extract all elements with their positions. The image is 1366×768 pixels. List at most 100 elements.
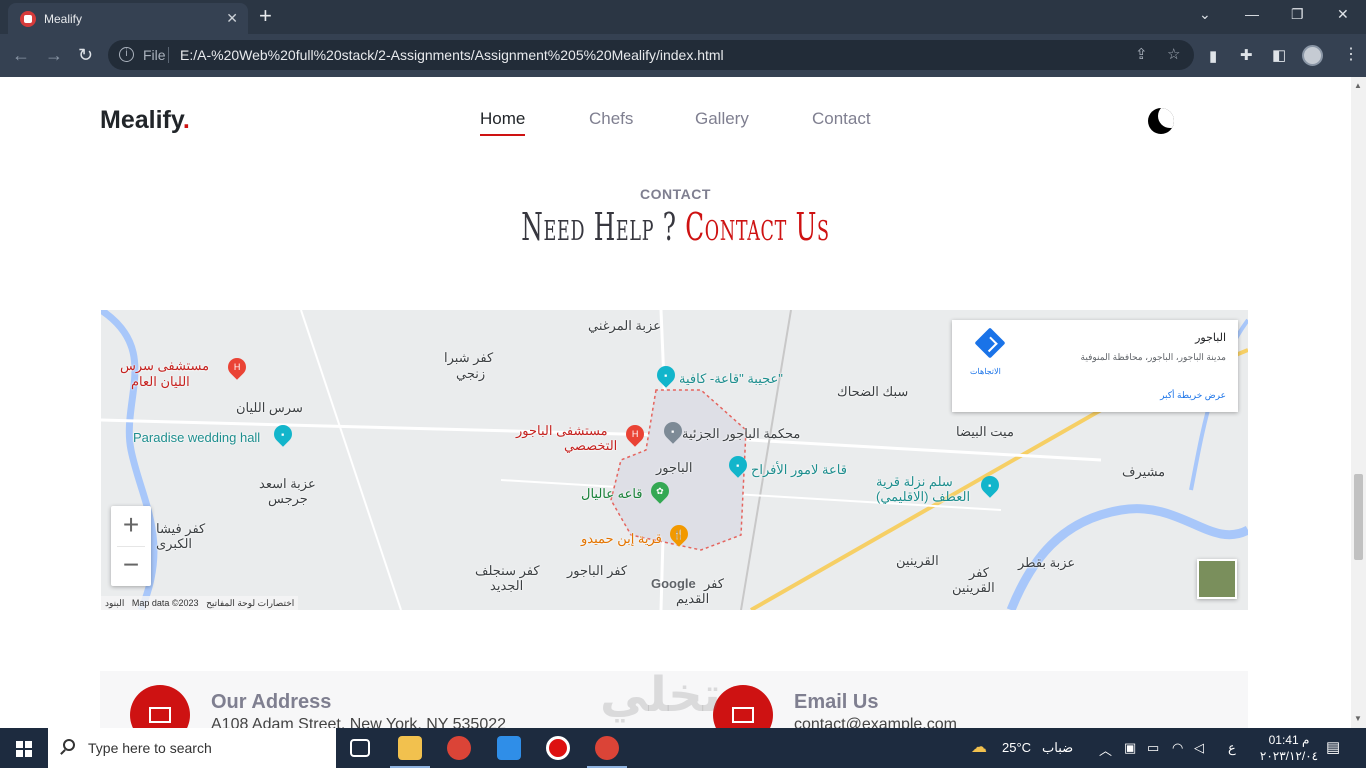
- recorder-icon[interactable]: [546, 736, 570, 760]
- weather-text[interactable]: ضباب: [1042, 740, 1073, 756]
- browser-tab[interactable]: Mealify ✕: [8, 3, 248, 34]
- back-icon[interactable]: ←: [12, 45, 30, 66]
- map-place-label: التخصصي: [564, 438, 618, 453]
- map-place-label: قرية إبن حميدو: [581, 531, 662, 546]
- map-place-label: زنجي: [456, 366, 486, 381]
- puzzle-icon[interactable]: ✚: [1240, 46, 1253, 64]
- map-place-label: الجديد: [490, 578, 524, 593]
- windows-taskbar: Type here to search ☁ 25°C ضباب ︿ ▣ ▭ ◠ …: [0, 728, 1366, 768]
- map-place-label: كفر سنجلف: [475, 563, 540, 578]
- nav-chefs[interactable]: Chefs: [589, 109, 633, 129]
- moon-icon[interactable]: [1148, 108, 1174, 134]
- chrome-icon[interactable]: [595, 736, 619, 760]
- google-logo: Google: [651, 576, 696, 591]
- zoom-controls: + −: [111, 506, 151, 586]
- tab-search-chevron-icon[interactable]: ⌄: [1199, 6, 1211, 23]
- map-place-label: الباجور: [656, 460, 693, 475]
- info-icon[interactable]: i: [119, 47, 134, 62]
- input-language[interactable]: ع: [1228, 740, 1236, 756]
- view-larger-map-link[interactable]: عرض خريطة أكبر: [1160, 390, 1226, 401]
- browser-tab-strip: Mealify ✕ + ⌄ — ❐ ✕: [0, 0, 1366, 34]
- bookmark-star-icon[interactable]: ☆: [1167, 45, 1180, 63]
- task-view-icon[interactable]: [350, 739, 370, 757]
- menu-kebab-icon[interactable]: ⋮: [1343, 44, 1359, 64]
- map-place-label: كفر: [969, 565, 989, 580]
- directions-link[interactable]: الاتجاهات: [970, 367, 1001, 376]
- zoom-in-button[interactable]: +: [111, 506, 151, 546]
- divider: [168, 47, 169, 63]
- volume-icon[interactable]: ◁: [1194, 740, 1204, 756]
- page-scrollbar[interactable]: ▲ ▼: [1351, 77, 1366, 728]
- map-place-label: قاعه عاليال: [581, 486, 643, 501]
- side-panel-icon[interactable]: ◧: [1272, 46, 1286, 64]
- address-heading: Our Address: [211, 691, 332, 713]
- address-text: A108 Adam Street, New York, NY 535022: [211, 716, 507, 728]
- file-label: File: [143, 47, 166, 63]
- browser-toolbar: ← → ↻ i File E:/A-%20Web%20full%20stack/…: [0, 34, 1366, 77]
- notification-icon[interactable]: ▤: [1326, 738, 1340, 756]
- close-tab-icon[interactable]: ✕: [226, 10, 238, 27]
- clock-date: ٢٠٢٣/١٢/٠٤: [1259, 749, 1319, 763]
- map-place-label: العطف (الاقليمي): [876, 489, 971, 504]
- extension-icon[interactable]: ▮: [1209, 47, 1217, 65]
- battery-icon[interactable]: ▭: [1147, 740, 1159, 756]
- title-part-red: Contact Us: [685, 205, 830, 249]
- map-place-label: عزبة بقطر: [1018, 555, 1076, 570]
- address-bar[interactable]: i File E:/A-%20Web%20full%20stack/2-Assi…: [108, 40, 1194, 70]
- search-placeholder: Type here to search: [88, 740, 212, 756]
- place-address: مدينة الباجور، الباجور، محافظة المنوفية: [1080, 352, 1226, 362]
- plus-icon[interactable]: +: [259, 3, 272, 29]
- scroll-thumb[interactable]: [1354, 474, 1363, 560]
- windows-start-icon[interactable]: [16, 741, 32, 757]
- map-place-label: محكمة الباجور الجزئية: [682, 426, 801, 441]
- map-place-label: القرينين: [952, 580, 995, 595]
- keyboard-shortcuts-link[interactable]: اختصارات لوحة المفاتيح: [206, 598, 294, 608]
- forward-icon[interactable]: →: [45, 45, 63, 66]
- directions-icon[interactable]: [974, 327, 1006, 359]
- camera-icon[interactable]: ▣: [1124, 740, 1136, 756]
- chrome-icon[interactable]: [447, 736, 471, 760]
- satellite-toggle-button[interactable]: [1197, 559, 1237, 599]
- taskbar-search-box[interactable]: Type here to search: [48, 728, 336, 768]
- chevron-up-icon[interactable]: ︿: [1099, 740, 1112, 759]
- zoom-out-button[interactable]: −: [111, 546, 151, 586]
- reload-icon[interactable]: ↻: [78, 45, 93, 66]
- web-page: Mealify. Home Chefs Gallery Contact CONT…: [0, 77, 1351, 728]
- system-clock[interactable]: 01:41 م ٢٠٢٣/١٢/٠٤: [1258, 732, 1320, 764]
- map-icon: [130, 685, 190, 728]
- map-place-label: كفر شبرا: [444, 350, 494, 365]
- share-icon[interactable]: ⇪: [1135, 45, 1148, 63]
- nav-contact[interactable]: Contact: [812, 109, 871, 129]
- weather-icon[interactable]: ☁: [971, 737, 987, 757]
- watermark-logo: تخلي: [600, 667, 721, 723]
- map-place-label: جرجس: [268, 491, 308, 506]
- vscode-icon[interactable]: [497, 736, 521, 760]
- close-window-icon[interactable]: ✕: [1337, 6, 1349, 23]
- map-place-label: الليان العام: [131, 374, 190, 389]
- terms-link[interactable]: البنود: [105, 598, 124, 608]
- scroll-up-icon[interactable]: ▲: [1354, 81, 1362, 90]
- google-map-embed[interactable]: عزبة المرغني كفر شبرا زنجي H مستشفى سرس …: [101, 310, 1248, 610]
- scroll-down-icon[interactable]: ▼: [1354, 714, 1362, 723]
- place-name: الباجور: [1195, 332, 1226, 344]
- nav-gallery[interactable]: Gallery: [695, 109, 749, 129]
- minimize-icon[interactable]: —: [1245, 6, 1259, 22]
- file-explorer-icon[interactable]: [398, 736, 422, 760]
- nav-home[interactable]: Home: [480, 109, 526, 136]
- wifi-icon[interactable]: ◠: [1172, 740, 1183, 756]
- restore-icon[interactable]: ❐: [1291, 6, 1304, 23]
- map-place-label: عزبة المرغني: [588, 318, 661, 333]
- section-subtitle: CONTACT: [640, 186, 711, 202]
- email-text[interactable]: contact@example.com: [794, 716, 957, 728]
- map-place-label: كفر الباجور: [567, 563, 628, 578]
- search-icon: [63, 739, 75, 751]
- place-info-card: الباجور مدينة الباجور، الباجور، محافظة ا…: [952, 320, 1238, 412]
- map-place-label: ميت البيضا: [956, 424, 1014, 439]
- profile-avatar[interactable]: [1302, 45, 1323, 66]
- map-place-label: سلم نزلة قرية: [876, 474, 953, 489]
- map-place-label: مستشفى الباجور: [516, 423, 608, 438]
- url-text[interactable]: E:/A-%20Web%20full%20stack/2-Assignments…: [180, 47, 724, 63]
- temperature[interactable]: 25°C: [1002, 740, 1031, 755]
- site-logo[interactable]: Mealify.: [100, 106, 190, 135]
- map-place-label: عزبة اسعد: [259, 476, 316, 491]
